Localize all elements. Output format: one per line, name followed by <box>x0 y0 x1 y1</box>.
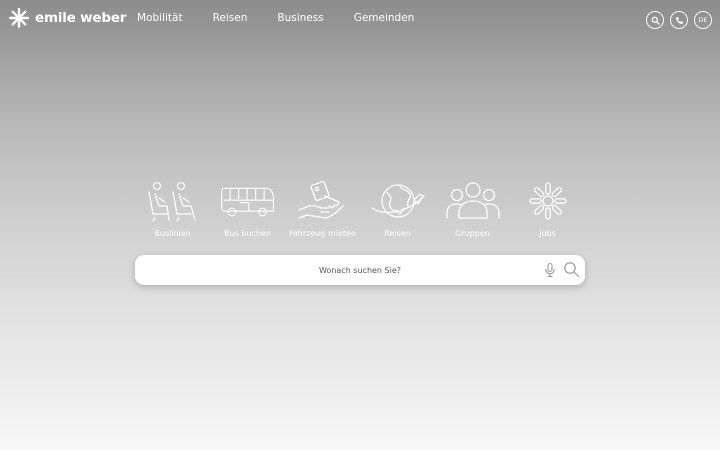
service-reisen[interactable]: Reisen <box>360 180 435 238</box>
language-switch[interactable]: DE <box>694 11 712 29</box>
nav-item-mobilitaet[interactable]: Mobilität <box>137 12 183 24</box>
service-buslinien[interactable]: Buslinien <box>135 180 210 238</box>
microphone-icon[interactable] <box>542 262 558 278</box>
search-input[interactable] <box>135 255 585 285</box>
snowflake-icon <box>528 182 567 220</box>
header-search-button[interactable] <box>646 11 664 29</box>
nav-item-business[interactable]: Business <box>277 12 323 24</box>
service-label: Buslinien <box>154 229 191 238</box>
globe-plane-icon <box>370 184 425 218</box>
search-icon[interactable] <box>563 261 580 278</box>
nav-item-reisen[interactable]: Reisen <box>213 12 248 24</box>
service-links: Buslinien Bus buchen Fahrzeug mieten Rei… <box>135 180 585 238</box>
brand-name: emile weber <box>35 10 127 26</box>
service-label: Gruppen <box>455 229 490 238</box>
group-icon <box>445 182 500 219</box>
service-fahrzeug-mieten[interactable]: Fahrzeug mieten <box>285 180 360 238</box>
service-label: Reisen <box>384 229 411 238</box>
service-bus-buchen[interactable]: Bus buchen <box>210 180 285 238</box>
main-nav: Mobilität Reisen Business Gemeinden <box>137 12 444 24</box>
key-in-hand-icon <box>297 181 344 219</box>
header-phone-button[interactable] <box>670 11 688 29</box>
service-gruppen[interactable]: Gruppen <box>435 180 510 238</box>
nav-item-gemeinden[interactable]: Gemeinden <box>354 12 415 24</box>
brand-logo[interactable]: emile weber <box>8 6 126 30</box>
search-icon <box>651 16 660 25</box>
service-label: Jobs <box>539 229 556 238</box>
phone-icon <box>675 16 683 24</box>
service-jobs[interactable]: Jobs <box>510 180 585 238</box>
service-label: Fahrzeug mieten <box>288 229 356 238</box>
bus-seats-icon <box>147 181 196 222</box>
snowflake-logo-icon <box>8 7 30 29</box>
site-header: emile weber Mobilität Reisen Business Ge… <box>0 0 720 40</box>
bus-icon <box>220 187 274 217</box>
service-label: Bus buchen <box>224 229 271 238</box>
search-bar <box>135 255 585 285</box>
header-actions: DE <box>640 11 712 29</box>
